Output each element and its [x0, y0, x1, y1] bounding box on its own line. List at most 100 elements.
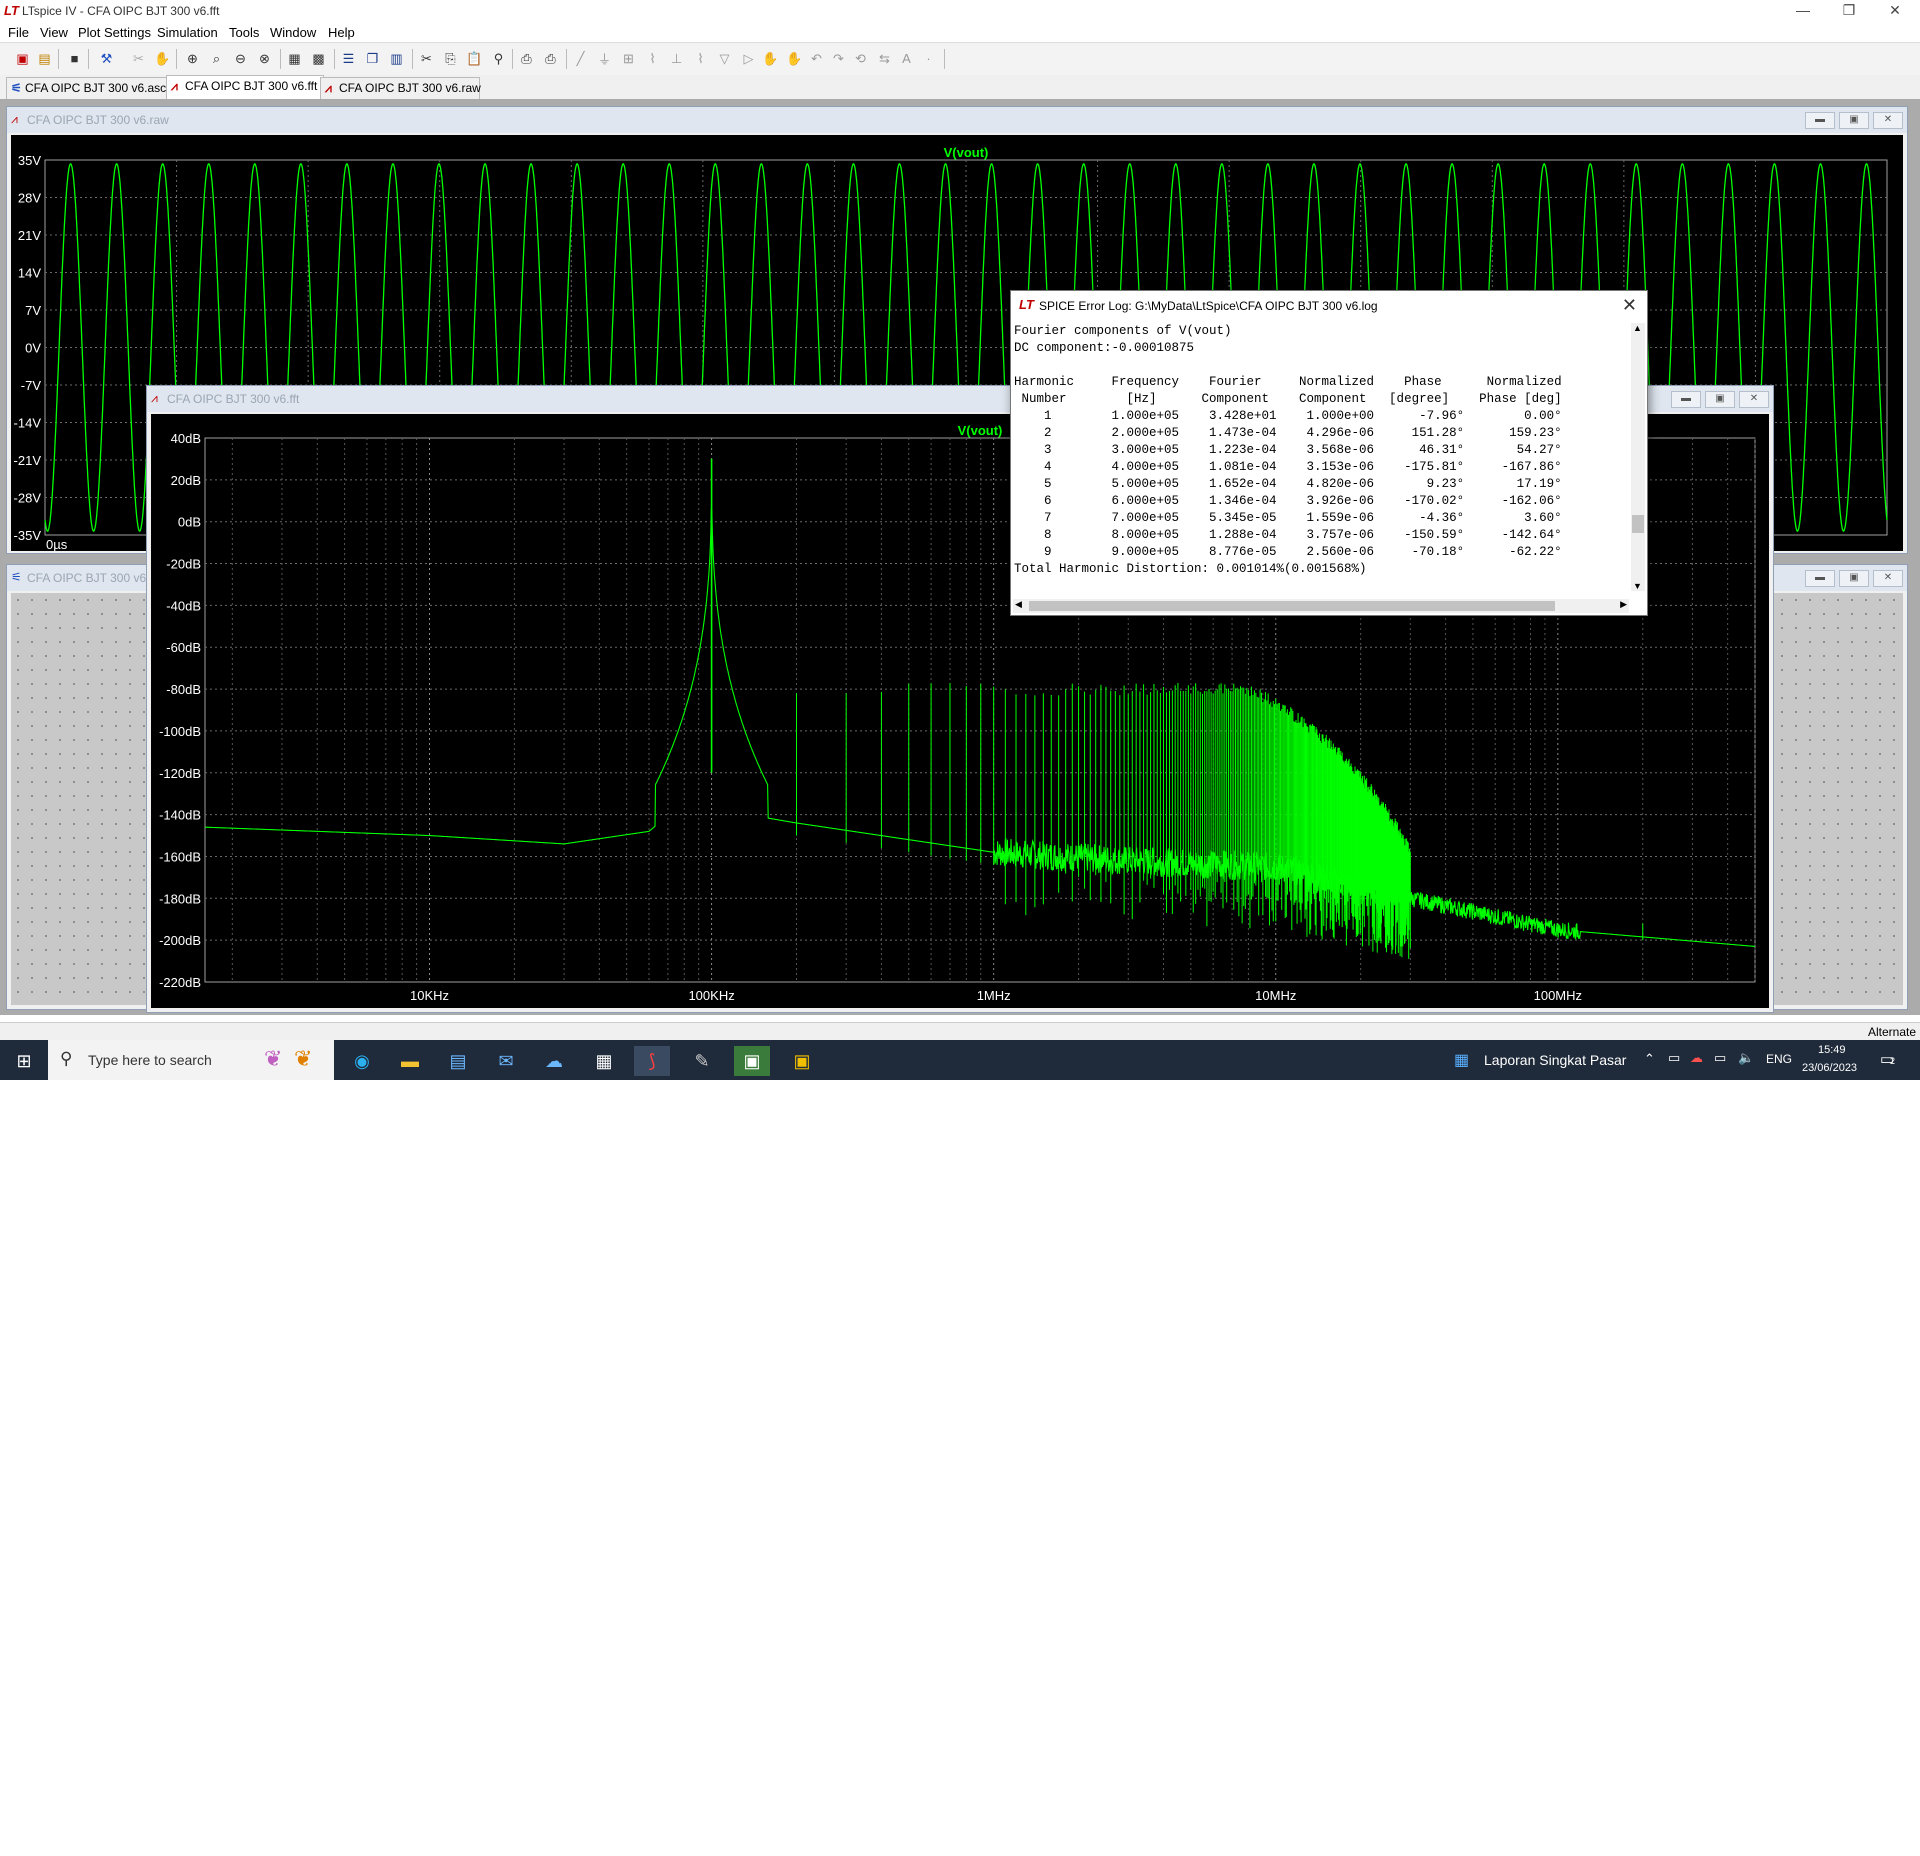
clock-date[interactable]: 23/06/2023	[1802, 1062, 1857, 1074]
menu-plot-settings[interactable]: Plot Settings	[78, 25, 151, 40]
fft-minimize-button[interactable]: ▬	[1671, 391, 1701, 408]
scroll-up-icon[interactable]: ▲	[1633, 323, 1642, 333]
spice-directive-icon[interactable]: ·	[920, 50, 937, 67]
new-schematic-icon[interactable]: ▣	[14, 50, 31, 67]
zoom-area-icon[interactable]: ⌕	[208, 50, 225, 67]
raw-maximize-button[interactable]: ▣	[1839, 112, 1869, 129]
ltspice-taskbar-icon[interactable]: ⟆	[634, 1046, 670, 1076]
print-preview-icon[interactable]: ⎙	[518, 50, 535, 67]
tab-fft[interactable]: ⩘ CFA OIPC BJT 300 v6.fft	[166, 75, 324, 99]
run-icon[interactable]: ✂	[130, 50, 147, 67]
tab-asc[interactable]: ⚟ CFA OIPC BJT 300 v6.asc	[6, 77, 170, 99]
tile-vertical-icon[interactable]: ▥	[388, 50, 405, 67]
onedrive-icon[interactable]: ☁	[1690, 1050, 1703, 1066]
widget-icon[interactable]: ▦	[1454, 1050, 1469, 1070]
emulator-icon[interactable]: ▣	[734, 1046, 770, 1076]
y-tick-label: -80dB	[166, 682, 201, 697]
fft-close-button[interactable]: ✕	[1739, 391, 1769, 408]
cascade-icon[interactable]: ❐	[364, 50, 381, 67]
menu-view[interactable]: View	[40, 25, 68, 40]
cloud-icon[interactable]: ☁	[536, 1046, 572, 1076]
search-placeholder: Type here to search	[88, 1052, 212, 1068]
scroll-right-icon[interactable]: ▶	[1620, 599, 1627, 610]
save-icon[interactable]: ■	[66, 50, 83, 67]
menu-window[interactable]: Window	[270, 25, 316, 40]
clock-time[interactable]: 15:49	[1818, 1044, 1846, 1056]
minimize-button[interactable]: —	[1780, 0, 1826, 22]
resistor-icon[interactable]: ⌇	[644, 50, 661, 67]
ground-icon[interactable]: ⏚	[596, 50, 613, 67]
menu-simulation[interactable]: Simulation	[157, 25, 218, 40]
error-log-text[interactable]: Fourier components of V(vout) DC compone…	[1014, 323, 1562, 578]
close-button[interactable]: ✕	[1872, 0, 1918, 22]
edge-icon[interactable]: ◉	[344, 1046, 380, 1076]
text-icon[interactable]: A	[898, 50, 915, 67]
scroll-thumb[interactable]	[1029, 601, 1555, 611]
taskbar-search[interactable]: ⚲ Type here to search ❦ ❦	[48, 1040, 334, 1080]
calculator-icon[interactable]: ▦	[586, 1046, 622, 1076]
horizontal-scrollbar[interactable]: ◀ ▶	[1013, 599, 1629, 613]
meet-icon[interactable]: ▭	[1668, 1050, 1680, 1066]
restore-button[interactable]: ❐	[1826, 0, 1872, 22]
component-icon[interactable]: ▷	[740, 50, 757, 67]
zoom-fit-icon[interactable]: ⊗	[256, 50, 273, 67]
scroll-thumb[interactable]	[1632, 515, 1644, 533]
raw-window-titlebar[interactable]: ⩘ CFA OIPC BJT 300 v6.raw ▬ ▣ ✕	[7, 107, 1907, 133]
chevron-up-icon[interactable]: ⌃	[1644, 1051, 1655, 1067]
paint-icon[interactable]: ✎	[684, 1046, 720, 1076]
cut-icon[interactable]: ✂	[418, 50, 435, 67]
volume-icon[interactable]: 🔈	[1738, 1050, 1754, 1066]
mirror-icon[interactable]: ⇆	[876, 50, 893, 67]
scroll-down-icon[interactable]: ▼	[1633, 581, 1642, 591]
slides-icon[interactable]: ▣	[784, 1046, 820, 1076]
spice-error-log-dialog[interactable]: LT SPICE Error Log: G:\MyData\LtSpice\CF…	[1010, 290, 1648, 616]
capacitor-icon[interactable]: ⊥	[668, 50, 685, 67]
delete-trace-icon[interactable]: ▩	[310, 50, 327, 67]
mail-icon[interactable]: ✉	[488, 1046, 524, 1076]
network-icon[interactable]: ▭	[1714, 1050, 1726, 1066]
windows-start-icon[interactable]: ⊞	[6, 1046, 42, 1076]
paste-icon[interactable]: 📋	[466, 50, 483, 67]
schematic-minimize-button[interactable]: ▬	[1805, 570, 1835, 587]
label-icon[interactable]: ⊞	[620, 50, 637, 67]
language-indicator[interactable]: ENG	[1766, 1052, 1792, 1066]
wire-icon[interactable]: ╱	[572, 50, 589, 67]
pan-icon[interactable]: ✋	[154, 50, 171, 67]
tab-raw[interactable]: ⩘ CFA OIPC BJT 300 v6.raw	[320, 77, 481, 99]
menu-tools[interactable]: Tools	[229, 25, 259, 40]
inductor-icon[interactable]: ⌇	[692, 50, 709, 67]
undo-icon[interactable]: ↶	[808, 50, 825, 67]
redo-icon[interactable]: ↷	[830, 50, 847, 67]
copy-icon[interactable]: ⎘	[442, 50, 459, 67]
autorange-icon[interactable]: ▦	[286, 50, 303, 67]
rotate-icon[interactable]: ⟲	[852, 50, 869, 67]
move-icon[interactable]: ✋	[762, 50, 779, 67]
find-icon[interactable]: ⚲	[490, 50, 507, 67]
store-icon[interactable]: ▤	[440, 1046, 476, 1076]
error-log-titlebar[interactable]: LT SPICE Error Log: G:\MyData\LtSpice\CF…	[1011, 291, 1647, 321]
menu-file[interactable]: File	[8, 25, 29, 40]
print-icon[interactable]: ⎙	[542, 50, 559, 67]
harmonic-row: 6 6.000e+05 1.346e-04 3.926e-06 -170.02°…	[1014, 494, 1562, 508]
tile-horizontal-icon[interactable]: ☰	[340, 50, 357, 67]
error-log-close-icon[interactable]: ✕	[1622, 295, 1637, 316]
menu-help[interactable]: Help	[328, 25, 355, 40]
schematic-close-button[interactable]: ✕	[1873, 570, 1903, 587]
log-line: DC component:-0.00010875	[1014, 341, 1195, 355]
scroll-left-icon[interactable]: ◀	[1015, 599, 1022, 610]
widget-label[interactable]: Laporan Singkat Pasar	[1484, 1052, 1626, 1068]
raw-minimize-button[interactable]: ▬	[1805, 112, 1835, 129]
zoom-in-icon[interactable]: ⊕	[184, 50, 201, 67]
file-explorer-icon[interactable]: ▬	[392, 1046, 428, 1076]
harmonic-row: 5 5.000e+05 1.652e-04 4.820e-06 9.23° 17…	[1014, 477, 1562, 491]
raw-close-button[interactable]: ✕	[1873, 112, 1903, 129]
open-icon[interactable]: ▤	[36, 50, 53, 67]
control-panel-icon[interactable]: ⚒	[98, 50, 115, 67]
schematic-maximize-button[interactable]: ▣	[1839, 570, 1869, 587]
fft-maximize-button[interactable]: ▣	[1705, 391, 1735, 408]
diode-icon[interactable]: ▽	[716, 50, 733, 67]
drag-icon[interactable]: ✋	[786, 50, 803, 67]
y-tick-label: 28V	[18, 191, 41, 206]
zoom-out-icon[interactable]: ⊖	[232, 50, 249, 67]
vertical-scrollbar[interactable]: ▲ ▼	[1631, 323, 1645, 591]
